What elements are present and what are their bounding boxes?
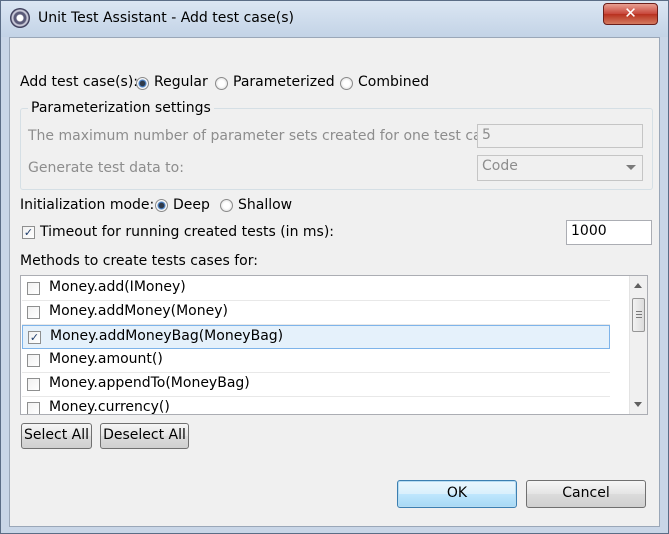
max-sets-input[interactable]: 5 bbox=[477, 124, 643, 148]
list-item[interactable]: Money.currency() bbox=[22, 397, 610, 415]
radio-shallow[interactable] bbox=[220, 199, 233, 212]
radio-parameterized[interactable] bbox=[215, 77, 228, 90]
item-label: Money.amount() bbox=[49, 351, 163, 367]
dialog-content: Add test case(s): Regular Parameterized … bbox=[9, 37, 660, 527]
generate-data-select[interactable]: Code bbox=[477, 155, 643, 181]
vertical-scrollbar[interactable] bbox=[629, 276, 647, 414]
item-checkbox[interactable] bbox=[27, 402, 40, 414]
item-checkbox[interactable] bbox=[27, 282, 40, 295]
grip-line bbox=[636, 314, 642, 315]
scroll-up-arrow-icon[interactable] bbox=[634, 283, 642, 288]
list-item-selected[interactable]: ✓ Money.addMoneyBag(MoneyBag) bbox=[22, 325, 610, 349]
item-checkbox[interactable]: ✓ bbox=[28, 331, 41, 344]
checkmark-icon: ✓ bbox=[23, 226, 34, 239]
ok-button[interactable]: OK bbox=[397, 480, 517, 508]
close-button[interactable]: ✕ bbox=[603, 3, 658, 25]
grip-line bbox=[636, 311, 642, 312]
title-bar: Unit Test Assistant - Add test case(s) ✕ bbox=[1, 1, 668, 37]
max-sets-value: 5 bbox=[482, 127, 491, 143]
list-item[interactable]: Money.amount() bbox=[22, 349, 610, 373]
grip-line bbox=[636, 317, 642, 318]
radio-regular-label[interactable]: Regular bbox=[154, 74, 208, 90]
timeout-label[interactable]: Timeout for running created tests (in ms… bbox=[40, 224, 334, 240]
list-item[interactable]: Money.appendTo(MoneyBag) bbox=[22, 373, 610, 397]
list-item[interactable]: Money.addMoney(Money) bbox=[22, 301, 610, 325]
cancel-button[interactable]: Cancel bbox=[526, 480, 646, 508]
item-checkbox[interactable] bbox=[27, 306, 40, 319]
item-checkbox[interactable] bbox=[27, 378, 40, 391]
timeout-checkbox[interactable]: ✓ bbox=[22, 226, 35, 239]
list-item[interactable]: Money.add(IMoney) bbox=[22, 277, 610, 301]
methods-label: Methods to create tests cases for: bbox=[20, 253, 258, 269]
radio-deep-label[interactable]: Deep bbox=[173, 197, 210, 213]
app-gear-icon bbox=[10, 8, 30, 28]
select-all-button[interactable]: Select All bbox=[21, 423, 92, 449]
radio-parameterized-label[interactable]: Parameterized bbox=[233, 74, 335, 90]
scrollbar-thumb[interactable] bbox=[632, 298, 645, 332]
generate-data-value: Code bbox=[482, 158, 518, 174]
radio-combined[interactable] bbox=[340, 77, 353, 90]
methods-list: Money.add(IMoney) Money.addMoney(Money) … bbox=[20, 275, 648, 415]
item-label: Money.appendTo(MoneyBag) bbox=[49, 375, 250, 391]
timeout-value: 1000 bbox=[571, 223, 607, 239]
add-test-cases-label: Add test case(s): bbox=[20, 74, 139, 90]
radio-regular[interactable] bbox=[136, 77, 149, 90]
radio-deep[interactable] bbox=[155, 199, 168, 212]
window-title: Unit Test Assistant - Add test case(s) bbox=[38, 10, 294, 26]
initialization-mode-label: Initialization mode: bbox=[20, 197, 155, 213]
max-sets-label: The maximum number of parameter sets cre… bbox=[28, 128, 503, 144]
radio-combined-label[interactable]: Combined bbox=[358, 74, 429, 90]
radio-shallow-label[interactable]: Shallow bbox=[238, 197, 292, 213]
item-label: Money.add(IMoney) bbox=[49, 279, 186, 295]
item-checkbox[interactable] bbox=[27, 354, 40, 367]
generate-data-label: Generate test data to: bbox=[28, 160, 184, 176]
chevron-down-icon bbox=[626, 165, 636, 170]
item-label: Money.addMoney(Money) bbox=[49, 303, 228, 319]
parameterization-group-title: Parameterization settings bbox=[28, 100, 214, 116]
item-label: Money.addMoneyBag(MoneyBag) bbox=[50, 328, 284, 344]
scroll-down-arrow-icon[interactable] bbox=[634, 402, 642, 407]
item-label: Money.currency() bbox=[49, 399, 170, 415]
checkmark-icon: ✓ bbox=[29, 331, 40, 344]
dialog-window: Unit Test Assistant - Add test case(s) ✕… bbox=[0, 0, 669, 534]
deselect-all-button[interactable]: Deselect All bbox=[100, 423, 189, 449]
timeout-input[interactable]: 1000 bbox=[566, 220, 652, 245]
close-icon: ✕ bbox=[624, 4, 637, 22]
